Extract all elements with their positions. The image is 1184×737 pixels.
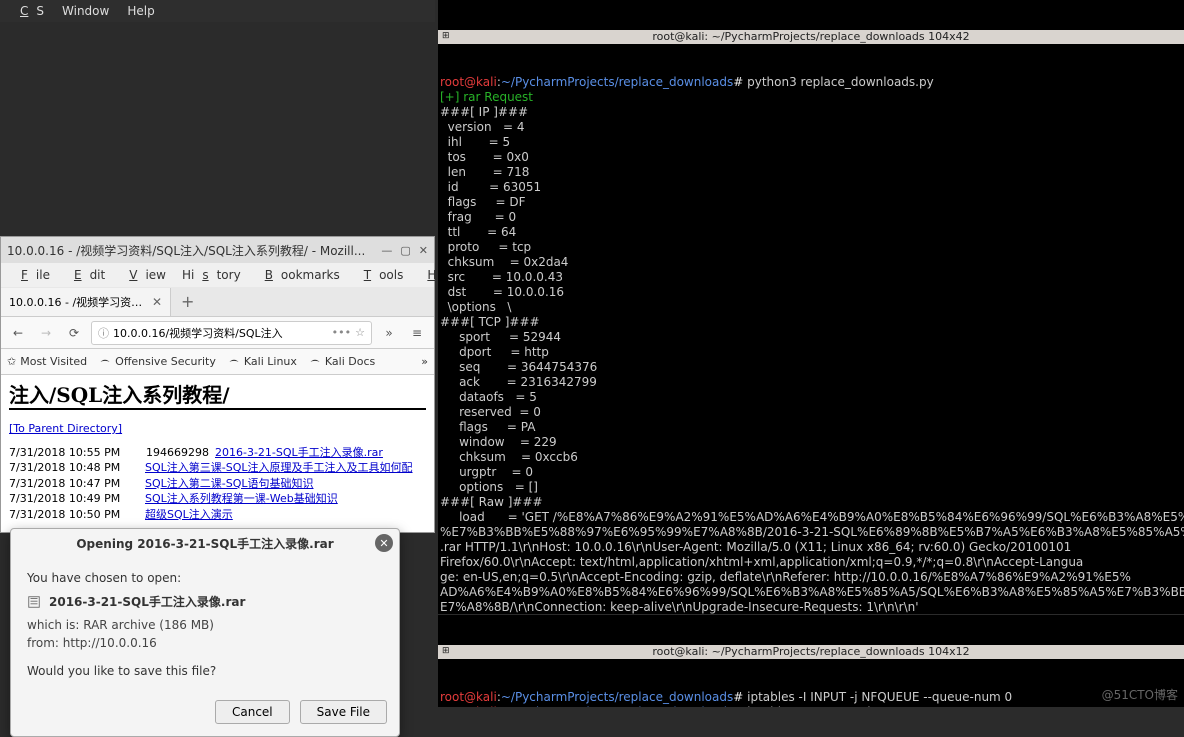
listing-size: SQL注入系列教程第一课-Web基础知识 <box>139 491 209 506</box>
dialog-which-text: which is: RAR archive (186 MB) <box>27 618 383 632</box>
terminal-bottom-titlebar: ⊞ root@kali: ~/PycharmProjects/replace_d… <box>438 645 1184 659</box>
listing-row: 7/31/2018 10:48 PMSQL注入第三课-SQL注入原理及手工注入及… <box>9 460 426 475</box>
download-dialog: Opening 2016-3-21-SQL手工注入录像.rar ✕ You ha… <box>10 528 400 737</box>
hamburger-menu-icon[interactable]: ≡ <box>406 322 428 344</box>
listing-row: 7/31/2018 10:50 PM超级SQL注入演示 <box>9 507 426 522</box>
menu-bookmarks[interactable]: Bookmarks <box>249 266 348 284</box>
listing-link[interactable]: 超级SQL注入演示 <box>145 508 233 521</box>
listing-date: 7/31/2018 10:49 PM <box>9 491 139 506</box>
listing-row: 7/31/2018 10:47 PMSQL注入第二课-SQL语句基础知识 <box>9 476 426 491</box>
listing-date: 7/31/2018 10:55 PM <box>9 445 139 460</box>
firefox-tab-active[interactable]: 10.0.0.16 - /视频学习资料/S ✕ <box>1 288 171 316</box>
menu-window[interactable]: Window <box>54 2 117 20</box>
listing-size: 194669298 <box>139 445 209 460</box>
firefox-menubar: File Edit View History Bookmarks Tools H… <box>1 263 434 287</box>
listing-date: 7/31/2018 10:48 PM <box>9 460 139 475</box>
terminal-top[interactable]: ⊞ root@kali: ~/PycharmProjects/replace_d… <box>438 0 1184 614</box>
directory-listing: 注入/SQL注入系列教程/ [To Parent Directory] 7/31… <box>1 375 434 532</box>
window-maximize-icon[interactable]: ▢ <box>400 244 410 257</box>
window-close-icon[interactable]: ✕ <box>419 244 428 257</box>
firefox-tabstrip: 10.0.0.16 - /视频学习资料/S ✕ + <box>1 287 434 317</box>
pane-expand-icon[interactable]: ⊞ <box>442 646 450 657</box>
bookmarks-overflow-icon[interactable]: » <box>421 355 428 368</box>
listing-row: 7/31/2018 10:55 PM194669298 2016-3-21-SQL… <box>9 445 426 460</box>
forward-button[interactable]: → <box>35 322 57 344</box>
watermark: @51CTO博客 <box>1102 686 1178 703</box>
menu-history[interactable]: History <box>174 266 249 284</box>
listing-date: 7/31/2018 10:50 PM <box>9 507 139 522</box>
bookmark-kali-docs[interactable]: Kali Docs <box>309 355 375 368</box>
terminal-top-titlebar: ⊞ root@kali: ~/PycharmProjects/replace_d… <box>438 30 1184 44</box>
page-actions-icon[interactable]: ••• <box>332 326 351 339</box>
cancel-button[interactable]: Cancel <box>215 700 290 724</box>
listing-size: SQL注入第二课-SQL语句基础知识 <box>139 476 209 491</box>
listing-link[interactable]: 2016-3-21-SQL手工注入录像.rar <box>215 446 383 459</box>
menu-edit[interactable]: Edit <box>58 266 113 284</box>
dialog-question: Would you like to save this file? <box>27 664 383 678</box>
bookmark-star-icon[interactable]: ☆ <box>355 326 365 339</box>
toolbar-overflow-icon[interactable]: » <box>378 322 400 344</box>
bookmark-kali-linux[interactable]: Kali Linux <box>228 355 297 368</box>
menu-tools[interactable]: Tools <box>348 266 412 284</box>
dialog-filename-row: 2016-3-21-SQL手工注入录像.rar <box>27 593 383 610</box>
site-info-icon[interactable]: ⓘ <box>98 325 109 341</box>
bookmark-most-visited[interactable]: ✩ Most Visited <box>7 355 87 368</box>
bookmarks-toolbar: ✩ Most Visited Offensive Security Kali L… <box>1 349 434 375</box>
reload-button[interactable]: ⟳ <box>63 322 85 344</box>
star-icon: ✩ <box>7 355 16 368</box>
ide-menubar: CS Window Help <box>0 0 435 22</box>
listing-link[interactable]: SQL注入第三课-SQL注入原理及手工注入及工具如何配 <box>145 461 413 474</box>
terminal-bottom-body[interactable]: root@kali:~/PycharmProjects/replace_down… <box>438 689 1184 707</box>
firefox-title: 10.0.0.16 - /视频学习资料/SQL注入/SQL注入系列教程/ - M… <box>7 242 381 259</box>
menu-file[interactable]: File <box>5 266 58 284</box>
listing-size: SQL注入第三课-SQL注入原理及手工注入及工具如何配 <box>139 460 209 475</box>
dialog-title: Opening 2016-3-21-SQL手工注入录像.rar ✕ <box>11 529 399 557</box>
page-heading: 注入/SQL注入系列教程/ <box>9 379 426 410</box>
firefox-titlebar: 10.0.0.16 - /视频学习资料/SQL注入/SQL注入系列教程/ - M… <box>1 237 434 263</box>
menu-help[interactable]: Help <box>119 2 162 20</box>
terminal-bottom[interactable]: ⊞ root@kali: ~/PycharmProjects/replace_d… <box>438 615 1184 707</box>
back-button[interactable]: ← <box>7 322 29 344</box>
listing-row: 7/31/2018 10:49 PMSQL注入系列教程第一课-Web基础知识 <box>9 491 426 506</box>
listing-link[interactable]: SQL注入系列教程第一课-Web基础知识 <box>145 492 338 505</box>
kali-icon <box>309 356 321 368</box>
dialog-close-icon[interactable]: ✕ <box>375 534 393 552</box>
parent-directory-link[interactable]: [To Parent Directory] <box>9 422 122 435</box>
listing-date: 7/31/2018 10:47 PM <box>9 476 139 491</box>
archive-icon <box>27 595 41 609</box>
listing-link[interactable]: SQL注入第二课-SQL语句基础知识 <box>145 477 314 490</box>
listing-size: 超级SQL注入演示 <box>139 507 209 522</box>
url-input[interactable] <box>113 326 328 339</box>
tab-close-icon[interactable]: ✕ <box>152 295 162 309</box>
firefox-window: 10.0.0.16 - /视频学习资料/SQL注入/SQL注入系列教程/ - M… <box>0 236 435 533</box>
pane-expand-icon[interactable]: ⊞ <box>442 31 450 42</box>
tab-label: 10.0.0.16 - /视频学习资料/S <box>9 294 146 310</box>
urlbar[interactable]: ⓘ ••• ☆ <box>91 321 372 345</box>
kali-icon <box>228 356 240 368</box>
dialog-from-text: from: http://10.0.0.16 <box>27 636 383 650</box>
dialog-buttons: Cancel Save File <box>11 692 399 736</box>
new-tab-button[interactable]: + <box>171 292 204 311</box>
bookmark-offensive-security[interactable]: Offensive Security <box>99 355 216 368</box>
kali-icon <box>99 356 111 368</box>
terminal-top-body[interactable]: root@kali:~/PycharmProjects/replace_down… <box>438 74 1184 614</box>
menu-view[interactable]: View <box>113 266 174 284</box>
save-file-button[interactable]: Save File <box>300 700 387 724</box>
dialog-chosen-text: You have chosen to open: <box>27 571 383 585</box>
dialog-body: You have chosen to open: 2016-3-21-SQL手工… <box>11 557 399 692</box>
menu-vcs[interactable]: CS <box>4 2 52 20</box>
firefox-navtoolbar: ← → ⟳ ⓘ ••• ☆ » ≡ <box>1 317 434 349</box>
window-minimize-icon[interactable]: — <box>381 244 392 257</box>
